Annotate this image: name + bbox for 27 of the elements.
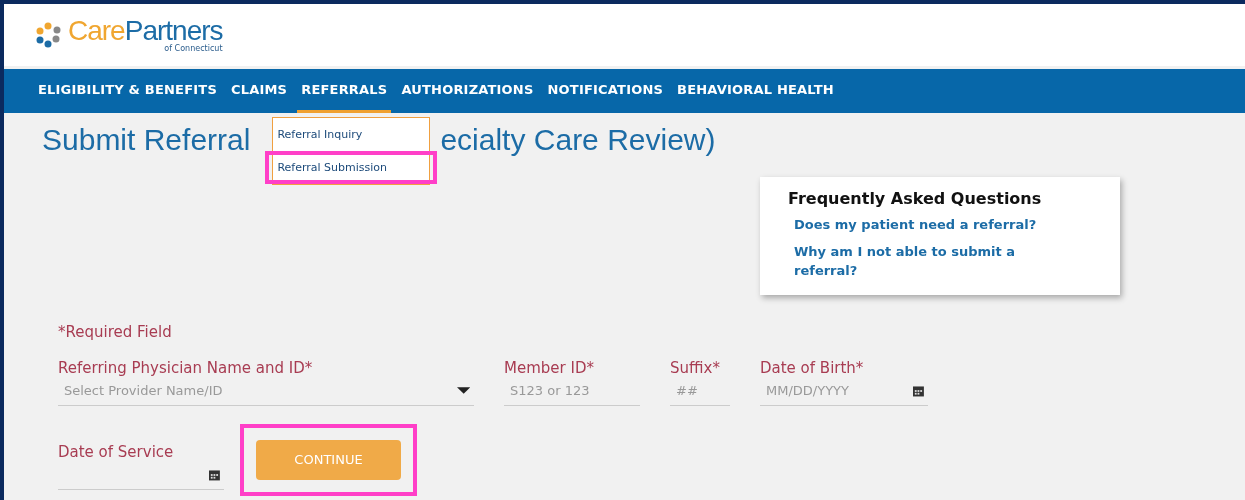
page-title: Submit Referral (42, 123, 251, 157)
input-field[interactable]: S123 or 123 (508, 382, 636, 399)
input-field[interactable]: MM/DD/YYYY (764, 382, 914, 399)
nav-item[interactable]: CLAIMS (226, 69, 292, 113)
faq-link[interactable]: Does my patient need a referral? (788, 215, 1064, 235)
calendar-icon[interactable] (209, 468, 220, 481)
field-label: Member ID* (504, 358, 595, 377)
nav-item[interactable]: AUTHORIZATIONS (397, 69, 538, 113)
nav-item[interactable]: REFERRALS (297, 69, 392, 113)
calendar-icon[interactable] (913, 384, 924, 397)
field-label: Suffix* (670, 358, 721, 377)
menu-item[interactable]: Referral Inquiry (269, 122, 371, 147)
nav-item[interactable]: NOTIFICATIONS (543, 69, 668, 113)
select-field[interactable]: Select Provider Name/ID (62, 382, 457, 399)
page-title: ecialty Care Review) (440, 123, 716, 157)
faq-link[interactable]: Why am I not able to submit a referral? (788, 241, 1064, 281)
required-note: *Required Field (58, 322, 173, 341)
field-label: Referring Physician Name and ID* (58, 358, 314, 377)
caret-icon[interactable] (456, 387, 470, 394)
field-label: Date of Service (58, 442, 175, 461)
faq-title: Frequently Asked Questions (788, 189, 1043, 208)
nav-item[interactable]: ELIGIBILITY & BENEFITS (34, 69, 221, 113)
input-field[interactable]: ## (674, 382, 726, 399)
logo[interactable]: CarePartners of Connecticut (34, 17, 223, 53)
nav-item[interactable]: BEHAVIORAL HEALTH (673, 69, 838, 113)
field-label: Date of Birth* (760, 358, 865, 377)
menu-item[interactable]: Referral Submission (269, 155, 396, 180)
